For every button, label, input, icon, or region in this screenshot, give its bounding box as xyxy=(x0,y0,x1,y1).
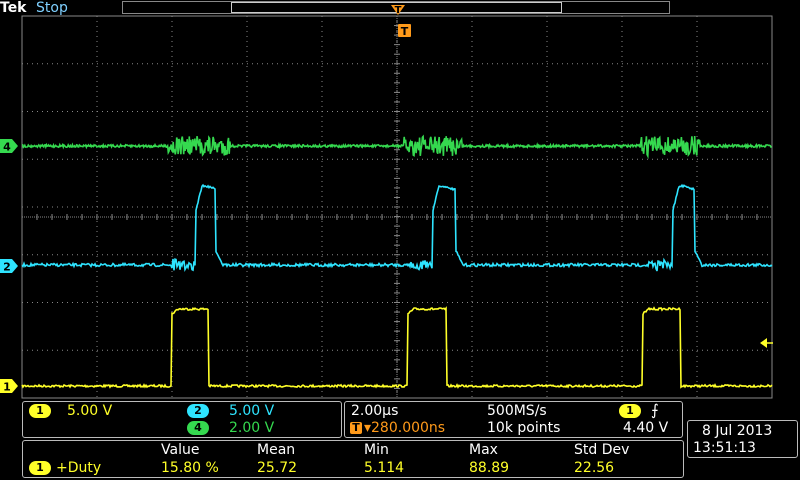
measure-stddev: 22.56 xyxy=(574,460,615,476)
ch1-ground-marker[interactable]: 1 xyxy=(0,379,18,394)
horizontal-settings-panel[interactable]: 2.00µs 500MS/s T ▾280.000ns 10k points 1… xyxy=(344,401,683,438)
ch2-ground-marker[interactable]: 2 xyxy=(0,259,18,274)
ch4-ground-marker[interactable]: 4 xyxy=(0,139,18,154)
measure-value: 15.80 % xyxy=(161,460,219,476)
measure-min: 5.114 xyxy=(364,460,405,476)
ch2-scale: 5.00 V xyxy=(229,403,275,419)
measurement-panel[interactable]: Value Mean Min Max Std Dev 1 +Duty 15.80… xyxy=(22,440,684,478)
time-per-div: 2.00µs xyxy=(351,403,399,419)
waveform-display[interactable]: T T 4 2 1 xyxy=(0,0,800,400)
trigger-position-label: T xyxy=(395,5,402,16)
time-label: 13:51:13 xyxy=(693,440,756,456)
trigger-level: 4.40 V xyxy=(623,420,669,436)
ch4-ground-label: 4 xyxy=(3,141,11,154)
record-length: 10k points xyxy=(487,420,561,436)
measure-header-max: Max xyxy=(469,442,498,458)
measure-header-min: Min xyxy=(364,442,389,458)
ch1-scale: 5.00 V xyxy=(67,403,113,419)
ch4-scale: 2.00 V xyxy=(229,420,275,436)
measure-source-badge[interactable]: 1 xyxy=(29,461,51,475)
rising-edge-icon: ⨍ xyxy=(651,401,659,419)
date-label: 8 Jul 2013 xyxy=(702,423,773,439)
graticule xyxy=(21,15,773,399)
measure-mean: 25.72 xyxy=(257,460,298,476)
measure-header-stddev: Std Dev xyxy=(574,442,630,458)
ch4-badge[interactable]: 4 xyxy=(187,421,209,435)
measure-header-mean: Mean xyxy=(257,442,296,458)
trigger-marker-icon: T xyxy=(398,24,411,38)
ch1-badge[interactable]: 1 xyxy=(29,404,51,418)
trigger-position-marker[interactable]: T xyxy=(391,5,405,16)
measure-max: 88.89 xyxy=(469,460,510,476)
measure-name: +Duty xyxy=(56,460,102,476)
waveform-ch1 xyxy=(21,306,773,389)
trigger-level-marker[interactable] xyxy=(760,338,773,348)
trigger-source-badge[interactable]: 1 xyxy=(619,404,641,418)
trigger-delay: ▾280.000ns xyxy=(364,420,446,436)
measure-header-value: Value xyxy=(161,442,200,458)
trigger-marker-label: T xyxy=(401,25,409,38)
ch1-ground-label: 1 xyxy=(3,381,11,394)
datetime-panel: 8 Jul 2013 13:51:13 xyxy=(687,420,798,458)
ch2-badge[interactable]: 2 xyxy=(187,404,209,418)
trigger-delay-icon: T xyxy=(350,422,362,434)
ch2-ground-label: 2 xyxy=(3,261,11,274)
vertical-settings-panel[interactable]: 1 5.00 V 2 5.00 V 4 2.00 V xyxy=(22,401,342,438)
sample-rate: 500MS/s xyxy=(487,403,547,419)
